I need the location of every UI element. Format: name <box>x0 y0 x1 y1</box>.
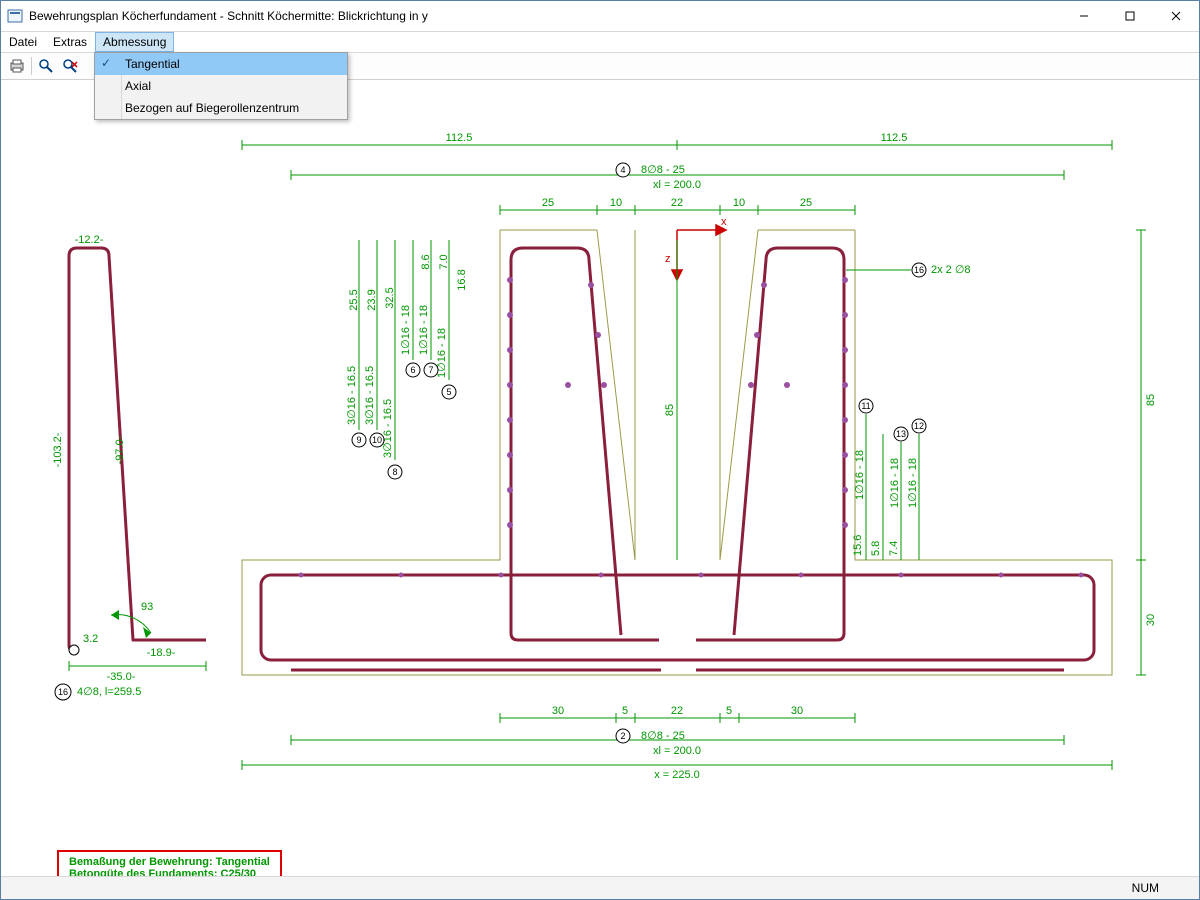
svg-text:8: 8 <box>392 467 397 477</box>
dropdown-label: Bezogen auf Biegerollenzentrum <box>125 101 299 115</box>
print-icon <box>9 58 25 74</box>
axis-x <box>677 225 726 235</box>
svg-text:22: 22 <box>671 705 683 717</box>
menu-extras[interactable]: Extras <box>45 32 95 52</box>
svg-text:6: 6 <box>410 365 415 375</box>
svg-text:x: x <box>721 216 727 228</box>
print-button[interactable] <box>7 56 27 76</box>
svg-text:5: 5 <box>446 387 451 397</box>
svg-text:1∅16 - 18: 1∅16 - 18 <box>400 305 412 355</box>
dropdown-item-tangential[interactable]: ✓ Tangential <box>95 53 347 75</box>
svg-text:4: 4 <box>620 165 625 175</box>
dropdown-label: Tangential <box>125 57 180 71</box>
svg-text:25: 25 <box>542 197 554 209</box>
zoom-reset-button[interactable] <box>60 56 80 76</box>
check-icon: ✓ <box>101 56 111 70</box>
dim-text: 112.5 <box>446 132 473 144</box>
svg-text:25: 25 <box>800 197 812 209</box>
svg-text:30: 30 <box>1145 614 1157 626</box>
svg-text:32.5: 32.5 <box>384 287 396 308</box>
svg-text:1∅16 - 18: 1∅16 - 18 <box>854 450 866 500</box>
svg-text:3∅16 - 16.5: 3∅16 - 16.5 <box>364 366 376 425</box>
svg-text:2x 2 ∅8: 2x 2 ∅8 <box>931 264 971 276</box>
dim-text: 8∅8 - 25 <box>641 164 685 176</box>
svg-text:9: 9 <box>356 435 361 445</box>
svg-text:5: 5 <box>622 705 628 717</box>
svg-text:10: 10 <box>372 435 382 445</box>
magnifier-icon <box>38 58 54 74</box>
statusbar: NUM <box>1 876 1199 899</box>
svg-text:3.2: 3.2 <box>83 633 98 645</box>
info-line-1: Bemaßung der Bewehrung: Tangential <box>69 856 270 868</box>
svg-text:16: 16 <box>914 265 924 275</box>
svg-text:1∅16 - 18: 1∅16 - 18 <box>907 458 919 508</box>
svg-text:8∅8 - 25: 8∅8 - 25 <box>641 730 685 742</box>
svg-text:3∅16 - 16.5: 3∅16 - 16.5 <box>346 366 358 425</box>
svg-text:30: 30 <box>552 705 564 717</box>
svg-text:22: 22 <box>671 197 683 209</box>
status-num: NUM <box>1132 881 1159 895</box>
titlebar: Bewehrungsplan Köcherfundament - Schnitt… <box>1 1 1199 32</box>
svg-text:8.6: 8.6 <box>420 254 432 269</box>
info-box: Bemaßung der Bewehrung: Tangential Beton… <box>57 850 282 876</box>
zoom-button[interactable] <box>36 56 56 76</box>
svg-text:z: z <box>665 253 671 265</box>
svg-text:2: 2 <box>620 731 625 741</box>
magnifier-x-icon <box>62 58 78 74</box>
svg-text:3∅16 - 16.5: 3∅16 - 16.5 <box>382 399 394 458</box>
dropdown-item-bezogen[interactable]: Bezogen auf Biegerollenzentrum <box>95 97 347 119</box>
dim-top-overall <box>242 140 1112 150</box>
dim-text: 112.5 <box>881 132 908 144</box>
menubar: Datei Extras Abmessung <box>1 32 1199 53</box>
drawing-svg: 112.5 112.5 4 8∅8 - 25 xl = 200.0 25 10 … <box>1 80 1199 876</box>
info-line-2: Betongüte des Fundaments: C25/30 <box>69 868 270 876</box>
app-window: Bewehrungsplan Köcherfundament - Schnitt… <box>0 0 1200 900</box>
svg-text:7.0: 7.0 <box>438 254 450 269</box>
svg-text:15.6: 15.6 <box>852 535 864 556</box>
svg-text:25.5: 25.5 <box>348 289 360 310</box>
svg-text:-12.2-: -12.2- <box>75 234 104 246</box>
svg-text:5.8: 5.8 <box>870 541 882 556</box>
svg-text:10: 10 <box>733 197 745 209</box>
svg-text:1∅16 - 18: 1∅16 - 18 <box>889 458 901 508</box>
dropdown-item-axial[interactable]: Axial <box>95 75 347 97</box>
svg-text:-97.0-: -97.0- <box>114 435 126 464</box>
svg-text:-18.9-: -18.9- <box>147 647 176 659</box>
svg-text:7: 7 <box>428 365 433 375</box>
maximize-button[interactable] <box>1107 1 1153 31</box>
svg-text:30: 30 <box>791 705 803 717</box>
svg-text:12: 12 <box>914 421 924 431</box>
svg-text:7.4: 7.4 <box>888 541 900 556</box>
drawing-canvas[interactable]: 112.5 112.5 4 8∅8 - 25 xl = 200.0 25 10 … <box>1 80 1199 876</box>
svg-text:1∅16 - 18: 1∅16 - 18 <box>418 305 430 355</box>
svg-text:13: 13 <box>896 429 906 439</box>
app-icon <box>7 8 23 24</box>
svg-text:-103.2-: -103.2- <box>52 432 64 467</box>
svg-text:10: 10 <box>610 197 622 209</box>
svg-text:-35.0-: -35.0- <box>107 671 136 683</box>
abmessung-dropdown: ✓ Tangential Axial Bezogen auf Biegeroll… <box>94 52 348 120</box>
window-title: Bewehrungsplan Köcherfundament - Schnitt… <box>29 9 1061 23</box>
svg-text:93: 93 <box>141 601 153 613</box>
toolbar-separator <box>31 57 32 75</box>
svg-text:xl = 200.0: xl = 200.0 <box>653 745 701 757</box>
window-controls <box>1061 1 1199 31</box>
close-button[interactable] <box>1153 1 1199 31</box>
svg-text:23.9: 23.9 <box>366 289 378 310</box>
menu-abmessung[interactable]: Abmessung <box>95 32 174 52</box>
svg-text:4∅8, l=259.5: 4∅8, l=259.5 <box>77 686 141 698</box>
minimize-button[interactable] <box>1061 1 1107 31</box>
dim-text: xl = 200.0 <box>653 179 701 191</box>
svg-text:85: 85 <box>1145 394 1157 406</box>
svg-text:85: 85 <box>664 404 676 416</box>
svg-text:11: 11 <box>861 401 870 411</box>
svg-text:x = 225.0: x = 225.0 <box>654 769 700 781</box>
rebar-dots <box>299 277 1084 578</box>
menu-datei[interactable]: Datei <box>1 32 45 52</box>
svg-text:5: 5 <box>726 705 732 717</box>
svg-text:16.8: 16.8 <box>456 269 468 290</box>
svg-text:16: 16 <box>58 687 68 697</box>
dropdown-label: Axial <box>125 79 151 93</box>
